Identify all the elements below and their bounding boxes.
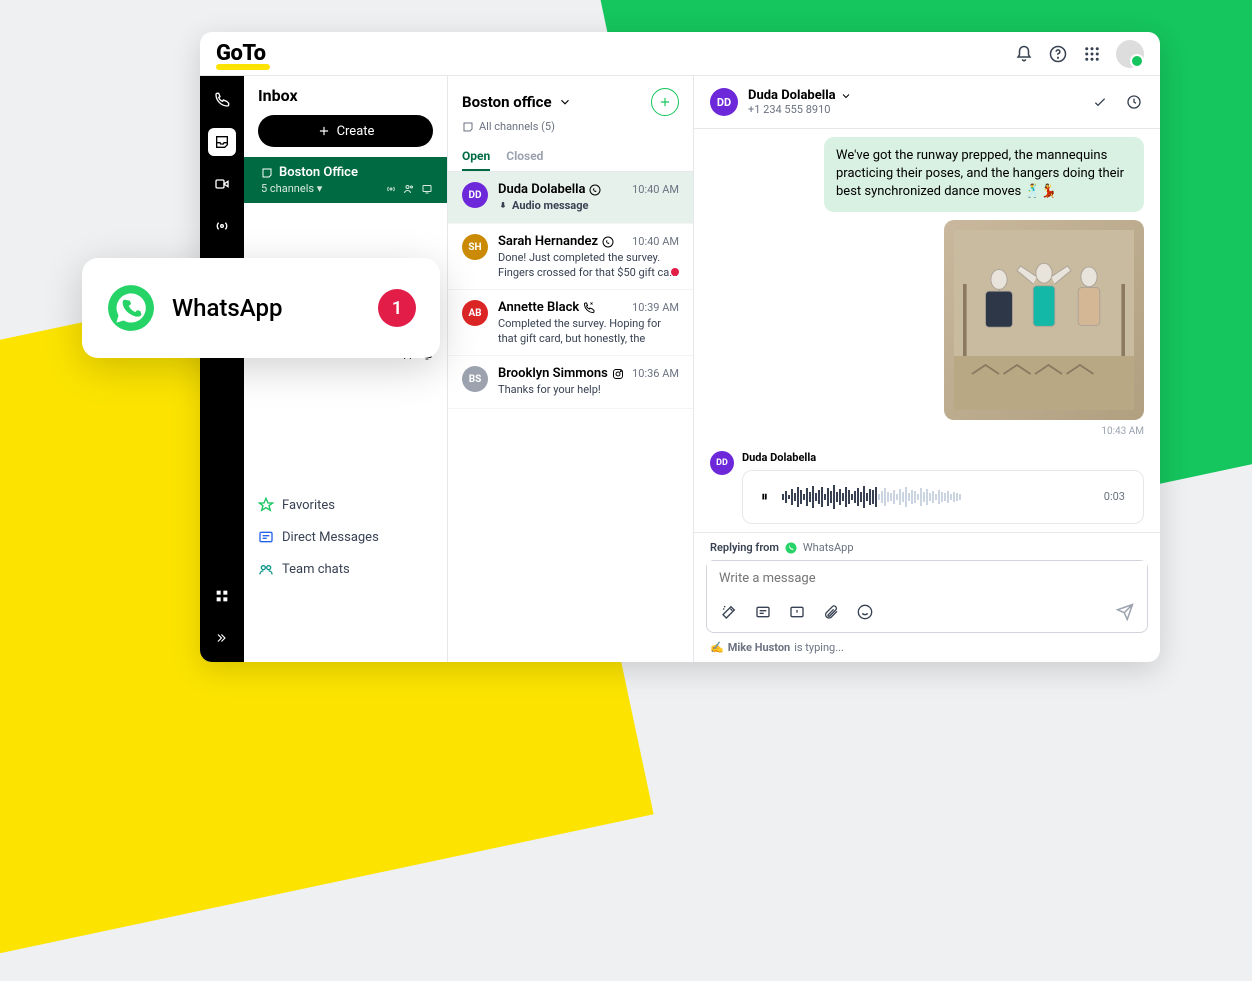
message-input[interactable] (707, 561, 1147, 596)
rail-inbox-icon[interactable] (208, 128, 236, 156)
incoming-sender-name: Duda Dolabella (742, 451, 1144, 464)
conversation-time: 10:39 AM (632, 301, 679, 314)
reply-from-label: Replying from WhatsApp (694, 533, 1160, 560)
chevron-down-icon (558, 95, 572, 109)
conversation-preview: Completed the survey. Hoping for that gi… (498, 317, 679, 345)
message-composer[interactable] (706, 560, 1148, 633)
conversation-name: Annette Black (498, 300, 595, 315)
attachment-icon[interactable] (821, 602, 841, 622)
shortcut-label: Direct Messages (282, 530, 379, 545)
topbar: GoTo (200, 32, 1160, 76)
conversation-avatar: SH (462, 234, 488, 260)
users-icon (403, 183, 415, 195)
sidebar-shortcut[interactable]: Team chats (244, 553, 447, 585)
whatsapp-icon (785, 542, 797, 554)
whatsapp-logo-icon (106, 283, 156, 333)
bell-icon[interactable] (1014, 44, 1034, 64)
group-name: Boston Office (279, 165, 358, 180)
outgoing-message: We've got the runway prepped, the manneq… (824, 137, 1144, 212)
tab-open[interactable]: Open (462, 143, 490, 171)
chevron-down-icon (840, 90, 852, 102)
conversation-item[interactable]: AB Annette Black 10:39 AM Completed the … (448, 290, 693, 356)
conversation-list-panel: Boston office All channels (5) Open Clos… (448, 76, 694, 662)
add-conversation-button[interactable] (651, 88, 679, 116)
audio-duration: 0:03 (1104, 490, 1125, 503)
messages-area[interactable]: We've got the runway prepped, the manneq… (694, 129, 1160, 532)
list-title[interactable]: Boston office (462, 93, 572, 111)
typing-indicator: ✍️ Mike Huston is typing... (694, 637, 1160, 662)
sidebar-title: Inbox (244, 76, 447, 115)
rail-broadcast-icon[interactable] (208, 212, 236, 240)
sidebar-group[interactable]: Boston Office 5 channels ▾ (244, 157, 447, 203)
history-icon[interactable] (1124, 92, 1144, 112)
conversation-avatar: BS (462, 366, 488, 392)
shortcut-label: Team chats (282, 562, 350, 577)
inbox-icon (261, 167, 273, 179)
audio-waveform[interactable] (782, 485, 1090, 509)
rail-more-apps-icon[interactable] (208, 582, 236, 610)
audio-message[interactable]: ⏸ 0:03 (742, 470, 1144, 524)
templates-icon[interactable] (753, 602, 773, 622)
chat-panel: DD Duda Dolabella +1 234 555 8910 We've … (694, 76, 1160, 662)
whatsapp-card-label: WhatsApp (172, 294, 282, 322)
magic-wand-icon[interactable] (719, 602, 739, 622)
create-button-label: Create (337, 124, 375, 139)
brand-logo: GoTo (216, 41, 266, 66)
whatsapp-badge-count: 1 (378, 289, 416, 327)
chat-header: DD Duda Dolabella +1 234 555 8910 (694, 76, 1160, 129)
conversation-avatar: AB (462, 300, 488, 326)
signal-icon (385, 183, 397, 195)
conversation-time: 10:40 AM (632, 183, 679, 196)
conversation-name: Sarah Hernandez (498, 234, 614, 249)
rail-phone-icon[interactable] (208, 86, 236, 114)
sidebar-shortcut[interactable]: Direct Messages (244, 521, 447, 553)
conversation-item[interactable]: SH Sarah Hernandez 10:40 AM Done! Just c… (448, 224, 693, 290)
shortcut-label: Favorites (282, 498, 335, 513)
inbox-icon (462, 121, 474, 133)
rail-video-icon[interactable] (208, 170, 236, 198)
conversation-preview: Done! Just completed the survey. Fingers… (498, 251, 679, 279)
apps-grid-icon[interactable] (1082, 44, 1102, 64)
mark-done-icon[interactable] (1090, 92, 1110, 112)
conversation-time: 10:36 AM (632, 367, 679, 380)
send-icon[interactable] (1115, 602, 1135, 622)
conversation-preview: Thanks for your help! (498, 383, 679, 397)
user-avatar[interactable] (1116, 40, 1144, 68)
group-channels: 5 channels ▾ (261, 182, 322, 195)
mannequins-photo-icon (954, 230, 1134, 410)
incoming-avatar: DD (710, 451, 734, 475)
incoming-message: DD Duda Dolabella ⏸ 0:03 (710, 451, 1144, 524)
conversation-preview: Audio message (498, 199, 679, 213)
conversation-avatar: DD (462, 182, 488, 208)
sidebar-shortcut[interactable]: Favorites (244, 489, 447, 521)
conversation-name: Duda Dolabella (498, 182, 601, 197)
conversation-item[interactable]: BS Brooklyn Simmons 10:36 AM Thanks for … (448, 356, 693, 408)
contact-phone: +1 234 555 8910 (748, 103, 852, 116)
rail-expand-icon[interactable] (208, 624, 236, 652)
emoji-icon[interactable] (855, 602, 875, 622)
conversation-item[interactable]: DD Duda Dolabella 10:40 AM Audio message (448, 172, 693, 224)
conversation-name: Brooklyn Simmons (498, 366, 624, 381)
nav-rail (200, 76, 244, 662)
whatsapp-notification-card[interactable]: WhatsApp 1 (82, 258, 440, 358)
contact-avatar: DD (710, 88, 738, 116)
channels-filter[interactable]: All channels (5) (448, 120, 693, 143)
sidebar: Inbox Create Boston Office 5 channels ▾ … (244, 76, 448, 662)
canned-response-icon[interactable] (787, 602, 807, 622)
tab-closed[interactable]: Closed (506, 143, 543, 171)
help-icon[interactable] (1048, 44, 1068, 64)
outgoing-photo[interactable] (944, 220, 1144, 420)
device-icon (421, 183, 433, 195)
pause-icon[interactable]: ⏸ (761, 489, 768, 505)
message-timestamp: 10:43 AM (1101, 426, 1144, 437)
conversation-time: 10:40 AM (632, 235, 679, 248)
create-button[interactable]: Create (258, 115, 433, 147)
contact-name[interactable]: Duda Dolabella (748, 88, 852, 103)
